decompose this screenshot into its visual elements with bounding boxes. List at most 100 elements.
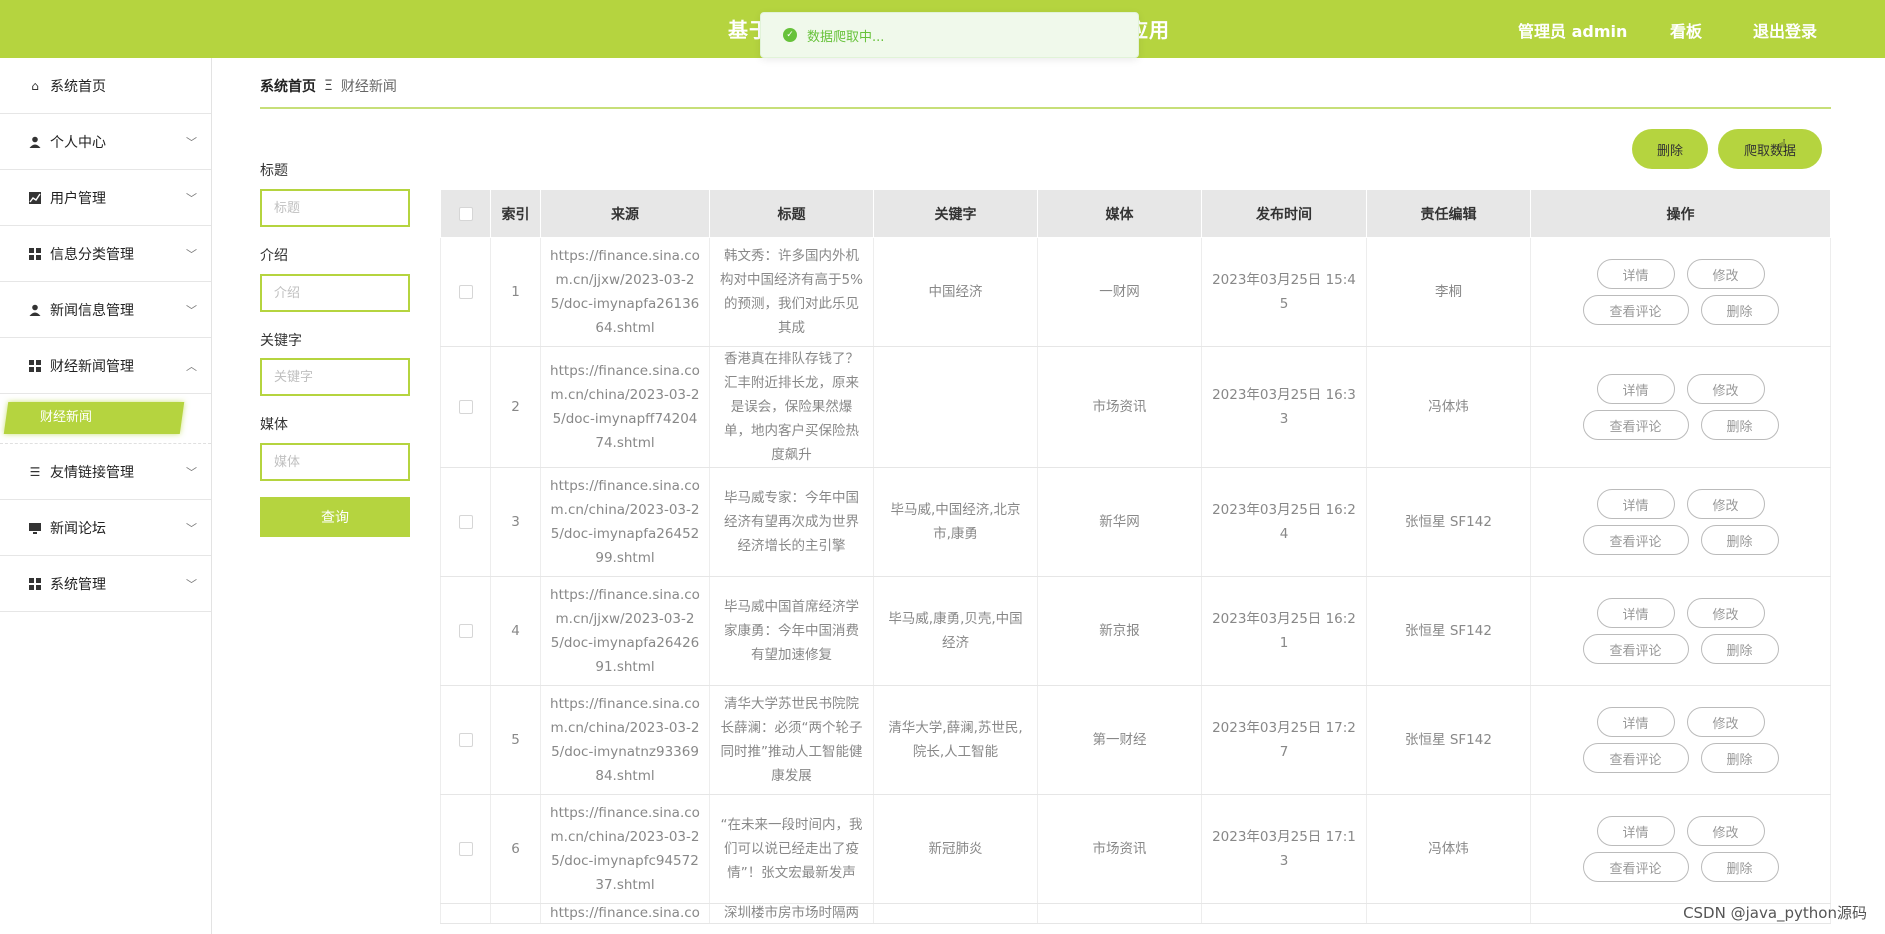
cell-media: 新华网 — [1037, 467, 1202, 577]
row-delete-button[interactable]: 删除 — [1700, 634, 1779, 664]
sidebar-item-label: 信息分类管理 — [50, 246, 134, 263]
column-header-source: 来源 — [540, 189, 710, 238]
detail-button[interactable]: 详情 — [1596, 707, 1675, 737]
title-filter-input[interactable] — [260, 189, 410, 227]
row-delete-button[interactable]: 删除 — [1700, 410, 1779, 440]
detail-button[interactable]: 详情 — [1596, 374, 1675, 404]
edit-button[interactable]: 修改 — [1686, 374, 1765, 404]
edit-button[interactable]: 修改 — [1686, 259, 1765, 289]
row-select-cell[interactable] — [440, 685, 491, 795]
select-all-cell[interactable] — [440, 189, 491, 238]
board-link[interactable]: 看板 — [1670, 18, 1702, 42]
view-comments-button[interactable]: 查看评论 — [1582, 410, 1689, 440]
intro-filter-input[interactable] — [260, 274, 410, 312]
row-select-cell[interactable] — [440, 346, 491, 468]
row-checkbox[interactable] — [458, 515, 473, 529]
row-delete-button[interactable]: 删除 — [1700, 295, 1779, 325]
cell-time: 2023年03月25日 17:27 — [1201, 685, 1367, 795]
sidebar-item-links[interactable]: ☰ 友情链接管理 ﹀ — [0, 444, 211, 500]
keyword-filter-label: 关键字 — [260, 333, 302, 349]
table-header-row: 索引 来源 标题 关键字 媒体 发布时间 责任编辑 操作 — [440, 189, 1831, 238]
cell-keywords: 中国经济 — [873, 237, 1038, 347]
row-select-cell[interactable] — [440, 794, 491, 904]
row-checkbox[interactable] — [458, 285, 473, 299]
table-row: 1 https://finance.sina.com.cn/jjxw/2023-0… — [440, 237, 1831, 347]
table-row: 3 https://finance.sina.com.cn/china/2023-… — [440, 467, 1831, 577]
sidebar-item-label: 系统首页 — [50, 78, 106, 95]
table-row: 5 https://finance.sina.com.cn/china/2023-… — [440, 685, 1831, 795]
submenu: 财经新闻 — [0, 394, 211, 444]
row-checkbox[interactable] — [458, 624, 473, 638]
cell-media: 市场资讯 — [1037, 794, 1202, 904]
grid-icon — [28, 247, 42, 261]
edit-button[interactable]: 修改 — [1686, 598, 1765, 628]
title-filter-label: 标题 — [260, 163, 288, 179]
user-icon — [28, 135, 42, 149]
sidebar-item-categories[interactable]: 信息分类管理 ﹀ — [0, 226, 211, 282]
view-comments-button[interactable]: 查看评论 — [1582, 852, 1689, 882]
cell-title: 毕马威中国首席经济学家康勇：今年中国消费有望加速修复 — [709, 576, 874, 686]
intro-filter-label: 介绍 — [260, 248, 288, 264]
row-checkbox[interactable] — [458, 733, 473, 747]
cell-empty — [1201, 903, 1367, 924]
row-select-cell[interactable] — [440, 467, 491, 577]
query-button[interactable]: 查询 — [260, 497, 410, 537]
cell-editor: 冯体炜 — [1366, 794, 1531, 904]
cell-title: 毕马威专家：今年中国经济有望再次成为世界经济增长的主引擎 — [709, 467, 874, 577]
breadcrumb-separator: Ξ — [324, 78, 333, 94]
select-all-checkbox[interactable] — [458, 206, 473, 221]
media-filter-label: 媒体 — [260, 417, 288, 433]
sidebar-item-finance-news[interactable]: 财经新闻管理 ︿ — [0, 338, 211, 394]
row-delete-button[interactable]: 删除 — [1700, 852, 1779, 882]
check-circle-icon: ✓ — [783, 28, 797, 42]
view-comments-button[interactable]: 查看评论 — [1582, 525, 1689, 555]
sidebar-item-news[interactable]: 新闻信息管理 ﹀ — [0, 282, 211, 338]
row-select-cell[interactable] — [440, 576, 491, 686]
cell-source: https://finance.sina.com.cn/china/2023-0… — [540, 794, 710, 904]
chevron-down-icon: ﹀ — [186, 522, 197, 535]
cell-actions: 详情 修改查看评论 删除 — [1530, 346, 1831, 468]
edit-button[interactable]: 修改 — [1686, 816, 1765, 846]
sidebar-item-home[interactable]: ⌂ 系统首页 — [0, 58, 211, 114]
cell-editor: 李桐 — [1366, 237, 1531, 347]
view-comments-button[interactable]: 查看评论 — [1582, 743, 1689, 773]
edit-button[interactable]: 修改 — [1686, 707, 1765, 737]
detail-button[interactable]: 详情 — [1596, 259, 1675, 289]
row-select-cell — [440, 903, 491, 924]
logout-link[interactable]: 退出登录 — [1753, 18, 1817, 42]
admin-label[interactable]: 管理员 admin — [1518, 18, 1627, 42]
row-delete-button[interactable]: 删除 — [1700, 525, 1779, 555]
detail-button[interactable]: 详情 — [1596, 489, 1675, 519]
breadcrumb-home[interactable]: 系统首页 — [260, 76, 316, 96]
cell-title: 香港真在排队存钱了？汇丰附近排长龙，原来是误会，保险果然爆单，地内客户买保险热度… — [709, 346, 874, 468]
sidebar-item-system[interactable]: 系统管理 ﹀ — [0, 556, 211, 612]
row-checkbox[interactable] — [458, 400, 473, 414]
sidebar-subitem-finance-news[interactable]: 财经新闻 — [3, 402, 185, 434]
crawl-data-button[interactable]: 爬取数据 — [1718, 129, 1822, 169]
edit-button[interactable]: 修改 — [1686, 489, 1765, 519]
sidebar-item-users[interactable]: 用户管理 ﹀ — [0, 170, 211, 226]
media-filter-input[interactable] — [260, 443, 410, 481]
view-comments-button[interactable]: 查看评论 — [1582, 295, 1689, 325]
detail-button[interactable]: 详情 — [1596, 816, 1675, 846]
cell-time: 2023年03月25日 15:45 — [1201, 237, 1367, 347]
chevron-down-icon: ﹀ — [186, 192, 197, 205]
cell-source: https://finance.sina.co — [540, 903, 710, 924]
row-select-cell[interactable] — [440, 237, 491, 347]
bulk-delete-button[interactable]: 删除 — [1632, 129, 1708, 169]
table-row: 4 https://finance.sina.com.cn/jjxw/2023-0… — [440, 576, 1831, 686]
cell-title: 深圳楼市房市场时隔两 — [709, 903, 874, 924]
view-comments-button[interactable]: 查看评论 — [1582, 634, 1689, 664]
keyword-filter-input[interactable] — [260, 358, 410, 396]
cell-source: https://finance.sina.com.cn/china/2023-0… — [540, 685, 710, 795]
cell-media: 市场资讯 — [1037, 346, 1202, 468]
sidebar-item-forum[interactable]: 新闻论坛 ﹀ — [0, 500, 211, 556]
cell-index: 4 — [490, 576, 541, 686]
cell-source: https://finance.sina.com.cn/china/2023-0… — [540, 346, 710, 468]
row-delete-button[interactable]: 删除 — [1700, 743, 1779, 773]
detail-button[interactable]: 详情 — [1596, 598, 1675, 628]
row-checkbox[interactable] — [458, 842, 473, 856]
sidebar-subitem-label: 财经新闻 — [40, 410, 93, 425]
sidebar-item-profile[interactable]: 个人中心 ﹀ — [0, 114, 211, 170]
column-header-title: 标题 — [709, 189, 874, 238]
